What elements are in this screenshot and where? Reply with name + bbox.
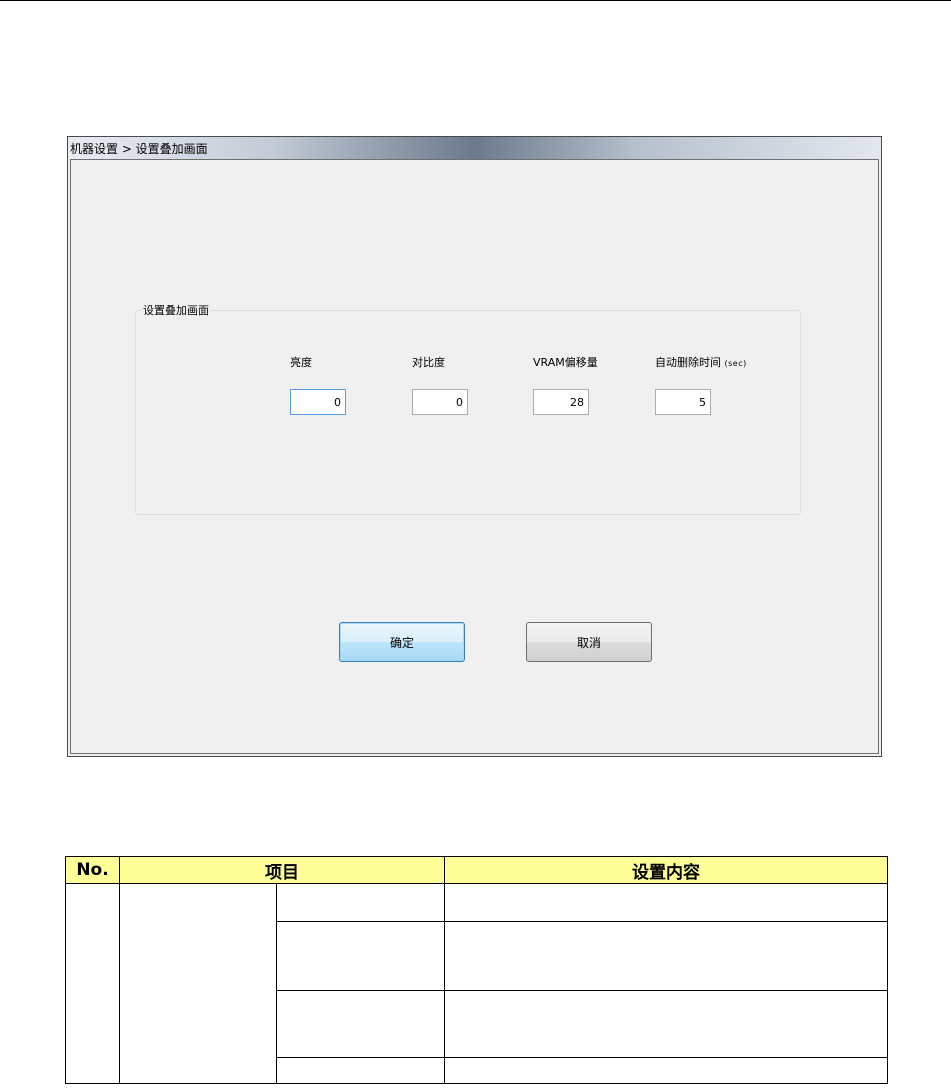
content-cell bbox=[444, 883, 888, 922]
title-bar[interactable]: 机器设置 > 设置叠加画面 bbox=[68, 137, 881, 159]
settings-spec-table: No. 项目 设置内容 bbox=[65, 856, 888, 1084]
sub-item-cell bbox=[276, 883, 445, 922]
sub-item-cell bbox=[276, 921, 445, 991]
sub-item-cell bbox=[276, 990, 445, 1058]
settings-window: 机器设置 > 设置叠加画面 设置叠加画面 亮度 对比度 VRAM偏移量 自动删除… bbox=[67, 136, 882, 757]
content-cell bbox=[444, 990, 888, 1058]
cancel-button[interactable]: 取消 bbox=[526, 622, 652, 662]
content-cell bbox=[444, 1057, 888, 1084]
auto-delete-time-text: 自动删除时间 bbox=[655, 356, 721, 369]
row-item-cell bbox=[119, 883, 277, 1084]
row-no-cell bbox=[65, 883, 120, 1084]
auto-delete-time-input[interactable] bbox=[655, 389, 711, 415]
window-title: 机器设置 > 设置叠加画面 bbox=[70, 142, 208, 156]
table-header-row: No. 项目 设置内容 bbox=[65, 856, 888, 884]
contrast-input[interactable] bbox=[412, 389, 468, 415]
content-cell bbox=[444, 921, 888, 991]
brightness-label: 亮度 bbox=[290, 356, 312, 369]
header-item: 项目 bbox=[119, 856, 445, 884]
brightness-input[interactable] bbox=[290, 389, 346, 415]
auto-delete-time-label: 自动删除时间 (sec) bbox=[655, 354, 747, 370]
window-body: 设置叠加画面 亮度 对比度 VRAM偏移量 自动删除时间 (sec) 确定 取消 bbox=[70, 159, 879, 754]
overlay-settings-group: 设置叠加画面 亮度 对比度 VRAM偏移量 自动删除时间 (sec) bbox=[135, 302, 801, 515]
header-no: No. bbox=[65, 856, 120, 884]
contrast-label: 对比度 bbox=[412, 356, 445, 369]
vram-offset-label: VRAM偏移量 bbox=[533, 356, 598, 369]
ok-button[interactable]: 确定 bbox=[339, 622, 465, 662]
auto-delete-time-unit: (sec) bbox=[724, 359, 747, 368]
top-rule bbox=[0, 0, 951, 1]
vram-offset-input[interactable] bbox=[533, 389, 589, 415]
header-content: 设置内容 bbox=[444, 856, 888, 884]
table-row bbox=[65, 883, 888, 1084]
sub-item-cell bbox=[276, 1057, 445, 1084]
group-legend: 设置叠加画面 bbox=[142, 302, 210, 318]
